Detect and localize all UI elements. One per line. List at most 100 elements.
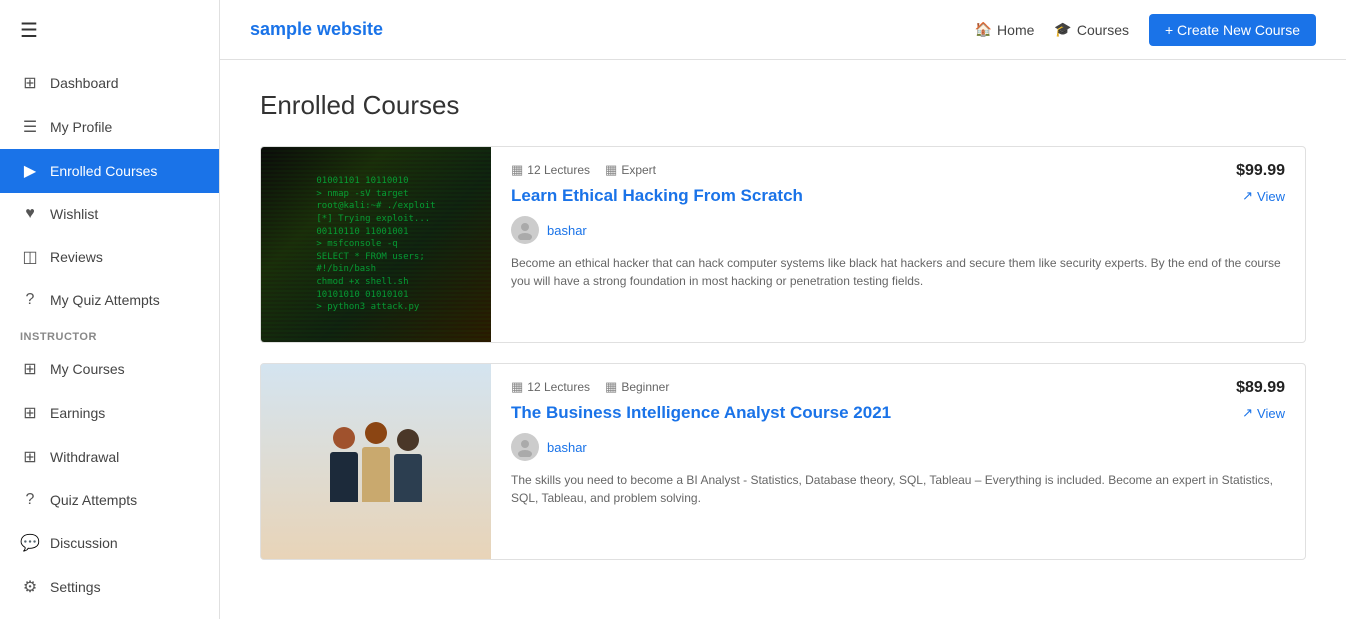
course-level: Beginner [621,380,669,394]
brand-logo[interactable]: sample website [250,19,975,40]
sidebar-item-label: My Profile [50,119,112,135]
sidebar-item-my-quiz-attempts[interactable]: ? My Quiz Attempts [0,279,219,321]
create-new-course-button[interactable]: + Create New Course [1149,14,1316,46]
lectures-icon: ▦ [511,162,523,178]
sidebar-item-label: Quiz Attempts [50,492,137,508]
sidebar-item-my-profile[interactable]: ☰ My Profile [0,105,219,149]
sidebar-item-label: Discussion [50,535,118,551]
course-author: bashar [511,433,1285,461]
hamburger-icon[interactable]: ☰ [0,0,219,61]
sidebar-item-enrolled-courses[interactable]: ▶ Enrolled Courses [0,149,219,193]
settings-icon: ⚙ [20,577,40,597]
author-name[interactable]: bashar [547,440,587,455]
course-title[interactable]: Learn Ethical Hacking From Scratch [511,186,1285,206]
course-price-view: $89.99 ↗ View [1236,379,1285,421]
course-author: bashar [511,216,1285,244]
courses-icon: 🎓 [1054,21,1071,38]
course-meta: ▦ 12 Lectures ▦ Expert [511,162,1285,178]
people-visual [330,422,422,502]
view-course-button[interactable]: ↗ View [1242,188,1285,204]
course-card: 01001101 10110010 > nmap -sV target root… [260,146,1306,343]
topnav-links: 🏠 Home 🎓 Courses + Create New Course [975,14,1316,46]
sidebar-item-logout[interactable]: ⊞ Logout [0,609,219,619]
sidebar-item-label: Reviews [50,249,103,265]
page-content: Enrolled Courses 01001101 10110010 > nma… [220,60,1346,619]
avatar [511,433,539,461]
lectures-count: 12 Lectures [527,380,590,394]
business-scene [261,364,491,559]
body [394,454,422,502]
my-courses-icon: ⊞ [20,359,40,379]
course-thumbnail: 01001101 10110010 > nmap -sV target root… [261,147,491,342]
instructor-section-label: INSTRUCTOR [0,321,219,347]
course-meta: ▦ 12 Lectures ▦ Beginner [511,379,1285,395]
sidebar-item-quiz-attempts[interactable]: ? Quiz Attempts [0,479,219,521]
courses-label: Courses [1077,22,1129,38]
sidebar-item-dashboard[interactable]: ⊞ Dashboard [0,61,219,105]
sidebar-item-label: Dashboard [50,75,119,91]
level-icon: ▦ [605,379,617,395]
view-course-button[interactable]: ↗ View [1242,405,1285,421]
sidebar-item-label: Enrolled Courses [50,163,157,179]
wishlist-icon: ♥ [20,205,40,223]
course-info: ▦ 12 Lectures ▦ Expert Learn Ethical Hac… [491,147,1305,342]
home-icon: 🏠 [975,21,992,38]
head [333,427,355,449]
sidebar-item-label: Wishlist [50,206,98,222]
avatar [511,216,539,244]
view-label: View [1257,189,1285,204]
earnings-icon: ⊞ [20,403,40,423]
sidebar-item-earnings[interactable]: ⊞ Earnings [0,391,219,435]
main-content: sample website 🏠 Home 🎓 Courses + Create… [220,0,1346,619]
course-thumbnail [261,364,491,559]
course-level: Expert [621,163,656,177]
sidebar-item-wishlist[interactable]: ♥ Wishlist [0,193,219,235]
enrolled-icon: ▶ [20,161,40,181]
head [397,429,419,451]
sidebar-item-label: My Quiz Attempts [50,292,160,308]
view-label: View [1257,406,1285,421]
course-info: ▦ 12 Lectures ▦ Beginner The Business In… [491,364,1305,559]
discussion-icon: 💬 [20,533,40,553]
course-price: $99.99 [1236,162,1285,180]
sidebar: ☰ ⊞ Dashboard ☰ My Profile ▶ Enrolled Co… [0,0,220,619]
sidebar-item-withdrawal[interactable]: ⊞ Withdrawal [0,435,219,479]
head [365,422,387,444]
dashboard-icon: ⊞ [20,73,40,93]
sidebar-item-discussion[interactable]: 💬 Discussion [0,521,219,565]
topnav: sample website 🏠 Home 🎓 Courses + Create… [220,0,1346,60]
courses-link[interactable]: 🎓 Courses [1054,21,1129,38]
code-visual: 01001101 10110010 > nmap -sV target root… [306,165,445,324]
home-link[interactable]: 🏠 Home [975,21,1035,38]
level-icon: ▦ [605,162,617,178]
sidebar-item-my-courses[interactable]: ⊞ My Courses [0,347,219,391]
page-title: Enrolled Courses [260,90,1306,121]
course-card: ▦ 12 Lectures ▦ Beginner The Business In… [260,363,1306,560]
course-title[interactable]: The Business Intelligence Analyst Course… [511,403,1285,423]
withdrawal-icon: ⊞ [20,447,40,467]
sidebar-item-label: Settings [50,579,101,595]
sidebar-item-label: Earnings [50,405,105,421]
home-label: Home [997,22,1034,38]
course-price: $89.99 [1236,379,1285,397]
quiz-attempts-icon: ? [20,291,40,309]
course-price-view: $99.99 ↗ View [1236,162,1285,204]
person-3 [394,429,422,502]
lectures-meta: ▦ 12 Lectures [511,162,590,178]
profile-icon: ☰ [20,117,40,137]
sidebar-item-label: My Courses [50,361,125,377]
lectures-icon: ▦ [511,379,523,395]
quiz-icon: ? [20,491,40,509]
external-link-icon: ↗ [1242,188,1253,204]
level-meta: ▦ Beginner [605,379,669,395]
author-name[interactable]: bashar [547,223,587,238]
body [362,447,390,502]
lectures-meta: ▦ 12 Lectures [511,379,590,395]
sidebar-item-settings[interactable]: ⚙ Settings [0,565,219,609]
external-link-icon: ↗ [1242,405,1253,421]
person-2 [362,422,390,502]
sidebar-item-label: Withdrawal [50,449,119,465]
sidebar-item-reviews[interactable]: ◫ Reviews [0,235,219,279]
body [330,452,358,502]
person-1 [330,427,358,502]
